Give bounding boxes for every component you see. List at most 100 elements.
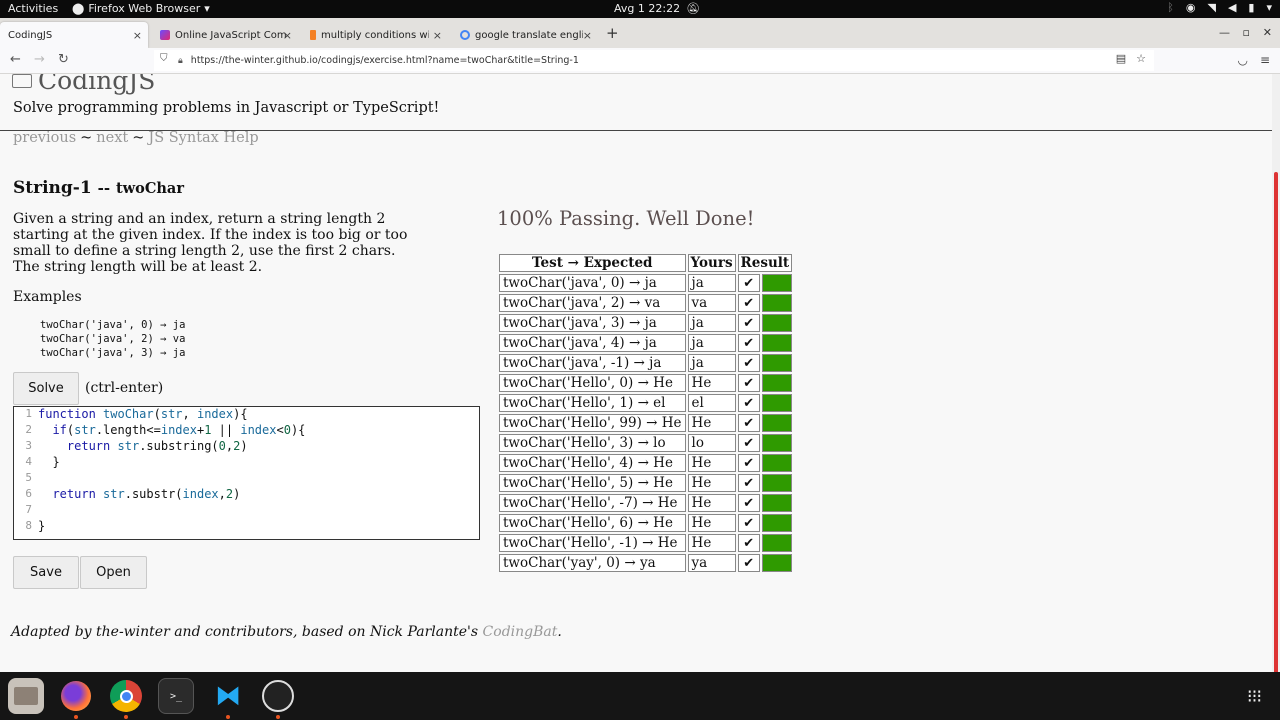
check-icon: ✔ (737, 434, 760, 452)
problem-description: Given a string and an index, return a st… (13, 211, 408, 275)
next-link[interactable]: next (96, 130, 128, 146)
problem-title: String-1 -- twoChar (13, 178, 184, 198)
page-content: CodingJS Solve programming problems in J… (0, 74, 1272, 672)
close-icon[interactable]: × (433, 29, 442, 42)
check-icon: ✔ (737, 474, 760, 492)
pass-indicator (761, 494, 793, 512)
bluetooth-icon: ᛒ (1167, 1, 1174, 14)
header-result: Result (737, 254, 793, 272)
test-expected-cell: twoChar('java', 4) → ja (499, 334, 686, 352)
yours-cell: He (687, 474, 736, 492)
bookmark-star-icon[interactable]: ☆ (1136, 52, 1146, 65)
results-header-row: Test → Expected Yours Result (499, 254, 793, 272)
hamburger-menu-icon[interactable]: ≡ (1260, 53, 1270, 67)
yours-cell: el (687, 394, 736, 412)
activities-button[interactable]: Activities (8, 2, 58, 15)
url-bar[interactable]: ⛉ 🔒︎ https://the-winter.github.io/coding… (154, 50, 1154, 71)
pocket-icon[interactable]: ◡ (1238, 53, 1248, 67)
scrollbar-thumb[interactable] (1274, 172, 1278, 720)
app-grid-icon[interactable]: ⁝⁝⁝ (1236, 678, 1272, 714)
yours-cell: ja (687, 334, 736, 352)
examples-heading: Examples (13, 289, 82, 305)
restore-icon[interactable]: ▫ (1243, 26, 1250, 39)
results-row: twoChar('Hello', -1) → He He ✔ (499, 534, 793, 552)
yours-cell: He (687, 414, 736, 432)
open-button[interactable]: Open (80, 556, 147, 589)
test-expected-cell: twoChar('Hello', -1) → He (499, 534, 686, 552)
pass-indicator (761, 314, 793, 332)
tab-codingjs[interactable]: CodingJS × (0, 22, 148, 48)
new-tab-plus-icon[interactable]: + (606, 24, 619, 42)
problem-name: twoChar (115, 180, 184, 197)
code-line: 4 } (25, 455, 60, 469)
check-icon: ✔ (737, 454, 760, 472)
code-editor[interactable]: 1 function twoChar(str, index){ 2 if(str.… (13, 406, 480, 540)
solve-button[interactable]: Solve (13, 372, 79, 405)
pass-indicator (761, 454, 793, 472)
results-row: twoChar('Hello', 4) → He He ✔ (499, 454, 793, 472)
js-syntax-help-link[interactable]: JS Syntax Help (148, 130, 258, 146)
system-top-bar: Activities ⬤ Firefox Web Browser ▾ Avg 1… (0, 0, 1280, 18)
terminal-icon[interactable]: >_ (158, 678, 194, 714)
reader-view-icon[interactable]: ▤ (1116, 52, 1126, 65)
test-expected-cell: twoChar('Hello', 3) → lo (499, 434, 686, 452)
tab-multiply-conditions[interactable]: multiply conditions with × (302, 22, 448, 48)
firefox-icon[interactable] (58, 678, 94, 719)
obs-icon[interactable] (260, 678, 296, 719)
pass-indicator (761, 534, 793, 552)
save-button[interactable]: Save (13, 556, 79, 589)
yours-cell: ja (687, 354, 736, 372)
app-menu[interactable]: ⬤ Firefox Web Browser ▾ (72, 2, 210, 15)
pass-status: 100% Passing. Well Done! (497, 207, 755, 230)
problem-set: String-1 (13, 178, 92, 198)
tab-strip: CodingJS × Online JavaScript Compil × mu… (0, 18, 1280, 48)
check-icon: ✔ (737, 494, 760, 512)
test-expected-cell: twoChar('java', 0) → ja (499, 274, 686, 292)
test-expected-cell: twoChar('yay', 0) → ya (499, 554, 686, 572)
test-expected-cell: twoChar('Hello', 4) → He (499, 454, 686, 472)
tab-google-translate[interactable]: google translate english × (452, 22, 598, 48)
title-separator: -- (97, 179, 111, 197)
results-row: twoChar('Hello', 5) → He He ✔ (499, 474, 793, 492)
yours-cell: ya (687, 554, 736, 572)
forward-arrow-icon[interactable]: → (34, 52, 45, 67)
exercise-nav: previous ~ next ~ JS Syntax Help (13, 130, 259, 146)
window-close-icon[interactable]: ✕ (1263, 26, 1272, 39)
pass-indicator (761, 354, 793, 372)
test-expected-cell: twoChar('Hello', 0) → He (499, 374, 686, 392)
codingbat-link[interactable]: CodingBat (483, 624, 558, 640)
tab-label: CodingJS (8, 29, 53, 41)
code-line: 2 if(str.length<=index+1 || index<0){ (25, 423, 306, 437)
close-icon[interactable]: × (133, 29, 142, 42)
previous-link[interactable]: previous (13, 130, 76, 146)
google-icon (460, 30, 470, 40)
header-test-expected: Test → Expected (499, 254, 686, 272)
system-tray[interactable]: ᛒ ◉ ◥ ◀︎ ▮ ▾ (1167, 1, 1272, 14)
results-table: Test → Expected Yours Result twoChar('ja… (497, 252, 794, 574)
pass-indicator (761, 374, 793, 392)
check-icon: ✔ (737, 554, 760, 572)
close-icon[interactable]: × (283, 29, 292, 42)
dock: >_ ⧓ ⁝⁝⁝ (0, 672, 1280, 720)
tab-label: google translate english (475, 29, 583, 41)
close-icon[interactable]: × (583, 29, 592, 42)
back-arrow-icon[interactable]: ← (10, 52, 21, 67)
chrome-icon[interactable] (108, 678, 144, 719)
pass-indicator (761, 294, 793, 312)
clock[interactable]: Avg 1 22:22 🔕︎ (614, 2, 700, 15)
reload-icon[interactable]: ↻ (58, 52, 69, 67)
check-icon: ✔ (737, 314, 760, 332)
files-icon[interactable] (8, 678, 44, 714)
pass-indicator (761, 554, 793, 572)
minimize-icon[interactable]: — (1219, 26, 1230, 39)
results-row: twoChar('java', -1) → ja ja ✔ (499, 354, 793, 372)
vscode-icon[interactable]: ⧓ (210, 678, 246, 719)
solve-shortcut-hint: (ctrl-enter) (85, 380, 164, 396)
code-line: 7 (25, 503, 32, 516)
code-line: 8} (25, 519, 46, 533)
tab-label: multiply conditions with (321, 29, 429, 41)
scrollbar[interactable] (1272, 74, 1280, 720)
results-row: twoChar('java', 4) → ja ja ✔ (499, 334, 793, 352)
tab-online-js-compiler[interactable]: Online JavaScript Compil × (152, 22, 298, 48)
code-line: 3 return str.substring(0,2) (25, 439, 248, 453)
